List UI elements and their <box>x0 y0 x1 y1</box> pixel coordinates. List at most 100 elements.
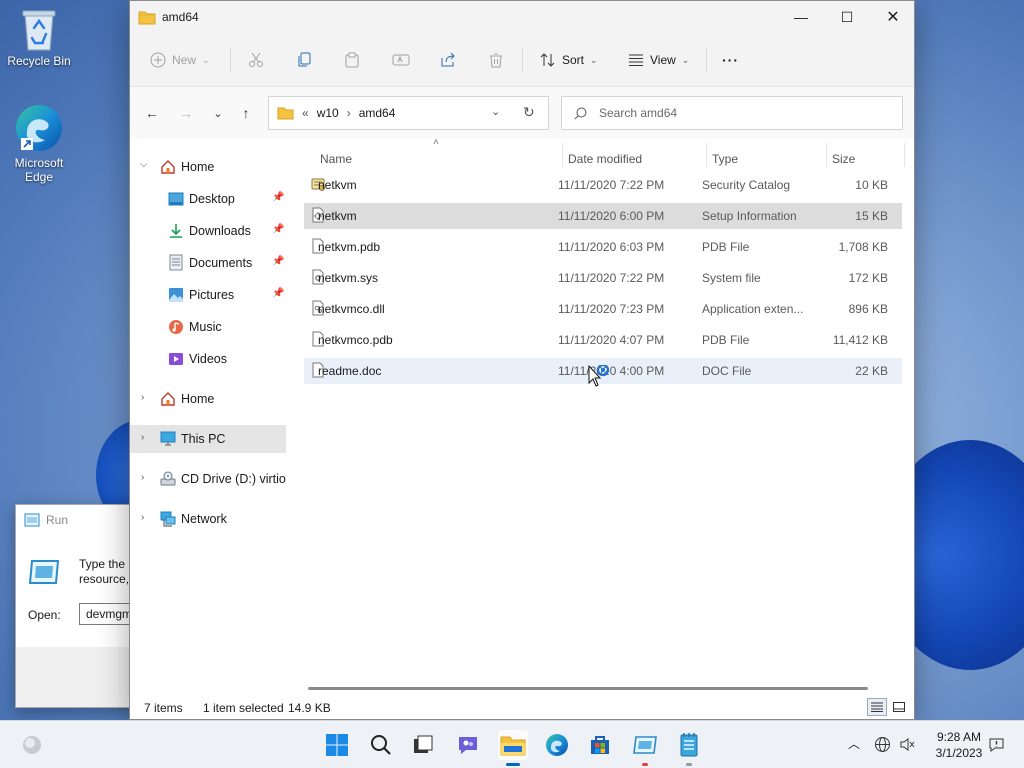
nav-item-pictures[interactable]: Pictures 📌 <box>130 281 286 309</box>
pictures-icon <box>169 288 183 302</box>
run-titlebar[interactable]: Run <box>16 505 144 535</box>
search-box[interactable]: Search amd64 <box>561 96 903 130</box>
chat-icon <box>459 737 477 754</box>
recent-locations-button[interactable]: ⌄ <box>208 103 228 123</box>
file-row[interactable]: netkvmco.pdb 11/11/2020 4:07 PM PDB File… <box>304 327 902 353</box>
widgets-button[interactable] <box>17 730 47 760</box>
file-row[interactable]: netkvmco.dll 11/11/2020 7:23 PM Applicat… <box>304 296 902 322</box>
file-explorer-taskbar-button[interactable] <box>498 730 528 766</box>
notification-icon[interactable] <box>988 736 1005 753</box>
column-header-name[interactable]: Name <box>320 145 352 173</box>
pin-icon[interactable]: 📌 <box>272 224 284 235</box>
home-icon <box>161 160 175 174</box>
file-row[interactable]: netkvm 11/11/2020 7:22 PM Security Catal… <box>304 172 902 198</box>
close-button[interactable]: ✕ <box>870 1 914 33</box>
pin-icon[interactable]: 📌 <box>272 256 284 267</box>
copy-button[interactable] <box>296 48 312 72</box>
view-label: View <box>650 53 676 67</box>
nav-item-network[interactable]: › Network <box>130 505 286 533</box>
nav-item-cd-drive[interactable]: › CD Drive (D:) virtio-w <box>130 465 286 493</box>
minimize-button[interactable]: — <box>778 1 824 33</box>
rename-button[interactable] <box>392 48 410 72</box>
back-button[interactable]: ← <box>142 103 162 123</box>
windows-logo-icon <box>326 734 348 756</box>
file-type: Application exten... <box>702 302 804 316</box>
window-title: amd64 <box>162 10 199 24</box>
address-bar[interactable]: « w10 › amd64 ⌄ ↻ <box>268 96 549 130</box>
maximize-button[interactable]: ☐ <box>824 1 870 33</box>
nav-item-this-pc[interactable]: › This PC <box>130 425 286 453</box>
clock[interactable]: 9:28 AM 3/1/2023 <box>930 729 988 761</box>
file-name: readme.doc <box>318 364 382 378</box>
run-icon <box>24 513 40 527</box>
nav-item-videos[interactable]: Videos <box>130 345 286 373</box>
show-hidden-icons-button[interactable]: ︿ <box>848 735 860 752</box>
speaker-muted-icon[interactable] <box>899 736 916 753</box>
nav-item-desktop[interactable]: Desktop 📌 <box>130 185 286 213</box>
cut-button[interactable] <box>248 48 264 72</box>
desktop-icon-edge[interactable]: Microsoft Edge <box>3 102 75 184</box>
forward-button[interactable]: → <box>176 103 196 123</box>
nav-item-documents[interactable]: Documents 📌 <box>130 249 286 277</box>
file-type: PDB File <box>702 240 750 254</box>
paste-button[interactable] <box>344 48 360 72</box>
details-view-button[interactable] <box>867 698 887 716</box>
folder-icon <box>277 107 294 120</box>
titlebar[interactable]: amd64 — ☐ ✕ <box>130 1 914 33</box>
column-header-type[interactable]: Type <box>712 145 738 173</box>
refresh-icon[interactable]: ↻ <box>523 104 535 121</box>
view-button[interactable]: View ⌄ <box>628 48 689 72</box>
column-divider[interactable] <box>706 143 707 167</box>
nav-item-home[interactable]: ⌵ Home <box>130 153 286 181</box>
sort-button[interactable]: Sort ⌄ <box>540 48 598 72</box>
breadcrumb-w10[interactable]: w10 <box>317 106 339 120</box>
column-divider[interactable] <box>904 143 905 167</box>
nav-item-downloads[interactable]: Downloads 📌 <box>130 217 286 245</box>
desktop-icon <box>168 192 184 206</box>
file-row[interactable]: netkvm.sys 11/11/2020 7:22 PM System fil… <box>304 265 902 291</box>
tiles-view-icon <box>893 702 905 712</box>
chevron-right-icon: › <box>141 392 145 403</box>
file-row[interactable]: netkvm.pdb 11/11/2020 6:03 PM PDB File 1… <box>304 234 902 260</box>
column-divider[interactable] <box>826 143 827 167</box>
notepad-taskbar-button[interactable] <box>674 730 704 766</box>
edge-taskbar-button[interactable] <box>542 730 572 760</box>
rename-icon <box>392 54 410 66</box>
task-view-button[interactable] <box>408 730 438 760</box>
nav-label: CD Drive (D:) virtio-w <box>181 472 286 486</box>
breadcrumb-amd64[interactable]: amd64 <box>359 106 396 120</box>
chevron-right-icon: › <box>141 512 145 523</box>
column-divider[interactable] <box>562 143 563 167</box>
search-button[interactable] <box>366 730 396 760</box>
desktop-icon-recycle-bin[interactable]: Recycle Bin <box>3 8 75 68</box>
file-date: 11/11/2020 7:23 PM <box>558 302 665 316</box>
edge-label: Microsoft Edge <box>14 156 64 184</box>
store-taskbar-button[interactable] <box>585 730 615 760</box>
chevron-down-icon: ⌄ <box>590 54 598 65</box>
new-button[interactable]: New ⌄ <box>150 48 210 72</box>
horizontal-scrollbar[interactable] <box>308 687 868 690</box>
up-button[interactable]: ↑ <box>236 103 256 123</box>
overflow-crumb[interactable]: « <box>302 106 309 120</box>
nav-item-home-2[interactable]: › Home <box>130 385 286 413</box>
file-row-selected[interactable]: netkvm 11/11/2020 6:00 PM Setup Informat… <box>304 203 902 229</box>
globe-icon[interactable] <box>874 736 891 753</box>
column-header-size[interactable]: Size <box>832 145 855 173</box>
nav-item-music[interactable]: Music <box>130 313 286 341</box>
pin-icon[interactable]: 📌 <box>272 192 284 203</box>
delete-button[interactable] <box>488 48 504 72</box>
share-button[interactable] <box>440 48 456 72</box>
column-header-date[interactable]: Date modified <box>568 145 642 173</box>
sort-ascending-icon: ˄ <box>433 137 439 148</box>
toolbar-divider <box>706 47 707 73</box>
pin-icon[interactable]: 📌 <box>272 288 284 299</box>
start-button[interactable] <box>322 730 352 760</box>
file-name: netkvm <box>318 209 357 223</box>
more-options-button[interactable]: ··· <box>722 48 739 72</box>
chat-button[interactable] <box>453 730 483 760</box>
tiles-view-button[interactable] <box>889 698 909 716</box>
network-icon <box>160 511 176 527</box>
address-dropdown-icon[interactable]: ⌄ <box>491 105 500 118</box>
file-name: netkvm <box>318 178 357 192</box>
run-taskbar-button[interactable] <box>630 730 660 766</box>
